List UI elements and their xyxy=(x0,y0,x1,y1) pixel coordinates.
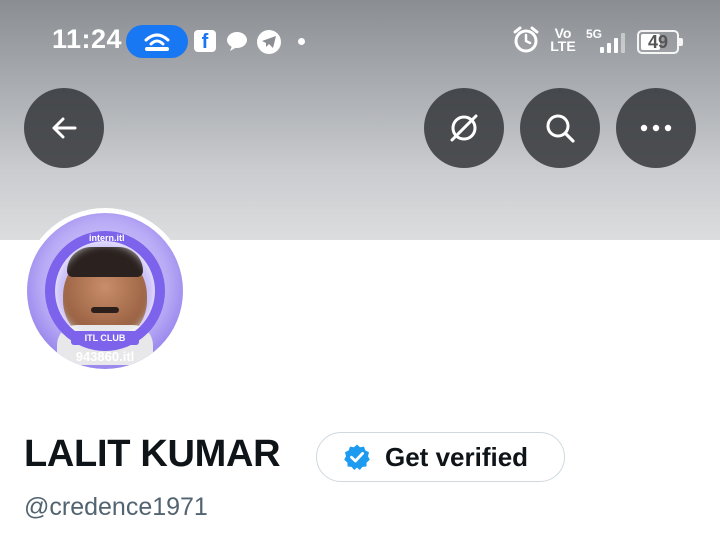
wifi-hotspot-icon xyxy=(144,33,170,51)
avatar-image: intern.itl ITL CLUB 943860.itl xyxy=(27,213,183,369)
profile-handle: @credence1971 xyxy=(24,493,208,521)
hotspot-pill[interactable] xyxy=(126,25,188,58)
battery-icon: 49 xyxy=(637,30,683,54)
search-icon xyxy=(546,114,575,143)
verified-badge-icon xyxy=(344,444,370,470)
chat-bubble-icon xyxy=(227,32,247,51)
search-button[interactable] xyxy=(520,88,600,168)
battery-terminal xyxy=(679,38,683,46)
more-icon xyxy=(640,124,672,132)
status-bar: 11:24 f Vo LTE 5G 49 xyxy=(0,0,720,82)
more-notifications-dot-icon xyxy=(298,38,305,45)
profile-display-name: LALIT KUMAR xyxy=(24,433,281,475)
get-verified-label: Get verified xyxy=(385,441,529,472)
profile-avatar[interactable]: intern.itl ITL CLUB 943860.itl xyxy=(22,208,188,374)
back-button[interactable] xyxy=(24,88,104,168)
get-verified-button[interactable]: Get verified xyxy=(316,432,565,482)
grok-icon xyxy=(450,114,478,142)
alarm-clock-icon xyxy=(513,26,539,53)
battery-percent: 49 xyxy=(647,31,669,52)
arrow-left-icon xyxy=(52,117,77,139)
avatar-club-id: 943860.itl xyxy=(75,349,135,364)
status-time: 11:24 xyxy=(52,24,123,54)
more-options-button[interactable] xyxy=(616,88,696,168)
grok-button[interactable] xyxy=(424,88,504,168)
signal-strength-icon xyxy=(600,33,625,53)
telegram-notification-icon xyxy=(257,30,281,54)
telegram-plane-icon xyxy=(262,36,276,48)
avatar-brand-label: intern.itl xyxy=(89,233,125,243)
avatar-club-label: ITL CLUB xyxy=(71,331,139,345)
volte-indicator: Vo LTE xyxy=(550,25,576,54)
facebook-notification-icon: f xyxy=(194,30,216,52)
